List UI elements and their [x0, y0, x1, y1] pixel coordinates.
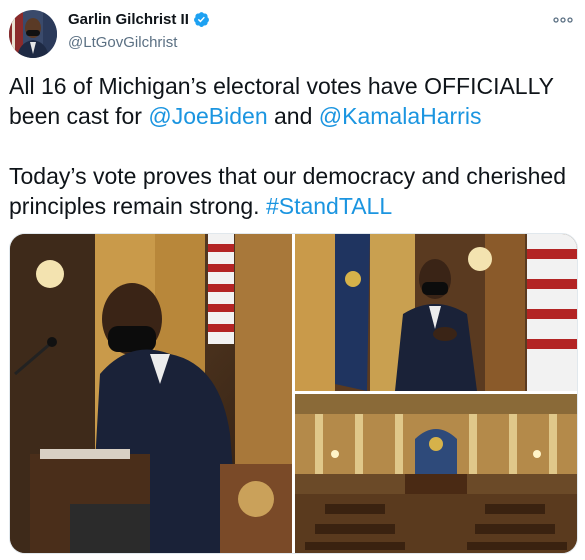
hashtag-standtall-link[interactable]: #StandTALL [266, 193, 392, 219]
verified-badge-icon [193, 11, 210, 28]
tweet-paragraph-2: Today’s vote proves that our democracy a… [9, 161, 574, 221]
photo-man-hand-on-heart-flag [295, 234, 577, 391]
avatar-image [9, 10, 57, 58]
author-name-row: Garlin Gilchrist II [68, 11, 210, 28]
mention-joebiden-link[interactable]: @JoeBiden [148, 103, 267, 129]
mention-kamalaharris-link[interactable]: @KamalaHarris [319, 103, 482, 129]
tweet-text-part: and [267, 103, 319, 129]
author-handle[interactable]: @LtGovGilchrist [68, 34, 177, 51]
photo-senate-chamber-overview [295, 394, 577, 553]
author-display-name[interactable]: Garlin Gilchrist II [68, 11, 189, 28]
photo-3[interactable] [295, 394, 577, 553]
media-grid [9, 233, 578, 554]
tweet: Garlin Gilchrist II @LtGovGilchrist All … [0, 0, 585, 560]
photo-2[interactable] [295, 234, 577, 391]
more-options-button[interactable] [550, 10, 576, 30]
photo-1[interactable] [10, 234, 292, 553]
more-horizontal-icon [553, 17, 573, 23]
photo-man-signing-document [10, 234, 292, 553]
author-avatar[interactable] [9, 10, 57, 58]
tweet-paragraph-1: All 16 of Michigan’s electoral votes hav… [9, 71, 574, 131]
tweet-text: All 16 of Michigan’s electoral votes hav… [9, 71, 574, 221]
